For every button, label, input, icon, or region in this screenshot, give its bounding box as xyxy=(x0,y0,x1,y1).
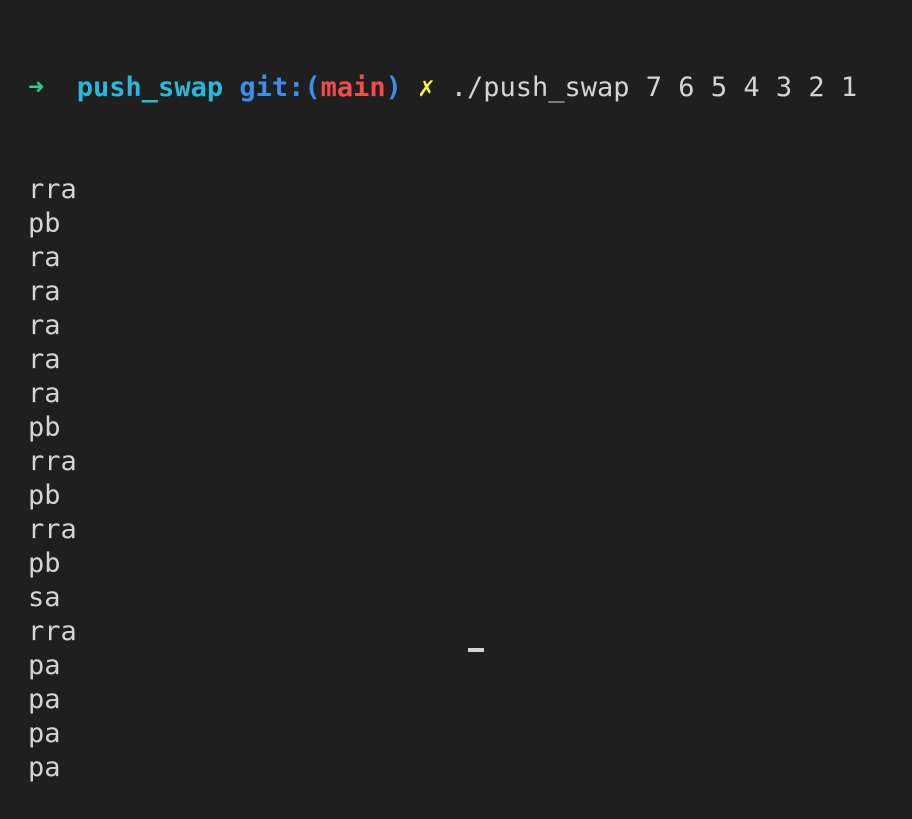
command-text: ./push_swap 7 6 5 4 3 2 1 xyxy=(450,72,858,103)
output-line: pb xyxy=(28,480,61,511)
output-lines: rra pb ra ra ra ra ra pb rra pb rra pb sa rra pa pa pa pa xyxy=(28,173,857,785)
prompt-directory: push_swap xyxy=(76,72,224,103)
git-branch: main xyxy=(320,72,386,103)
output-line: pb xyxy=(28,412,61,443)
output-line: rra xyxy=(28,446,77,477)
dirty-mark-icon: ✗ xyxy=(418,72,435,103)
output-line: pa xyxy=(28,752,61,783)
output-line: ra xyxy=(28,344,61,375)
git-suffix: ) xyxy=(385,72,402,103)
output-line: pb xyxy=(28,548,61,579)
output-line: pb xyxy=(28,208,61,239)
output-line: rra xyxy=(28,616,77,647)
prompt-line: ➜ push_swap git:(main) ✗ ./push_swap 7 6… xyxy=(28,71,857,105)
prompt-arrow-icon: ➜ xyxy=(28,72,45,103)
output-line: pa xyxy=(28,650,61,681)
output-line: ra xyxy=(28,378,61,409)
output-line: ra xyxy=(28,242,61,273)
terminal-cursor xyxy=(468,648,484,652)
output-line: pa xyxy=(28,718,61,749)
output-line: ra xyxy=(28,276,61,307)
output-line: rra xyxy=(28,174,77,205)
output-line: sa xyxy=(28,582,61,613)
terminal-output[interactable]: ➜ push_swap git:(main) ✗ ./push_swap 7 6… xyxy=(28,3,857,819)
output-line: ra xyxy=(28,310,61,341)
output-line: pa xyxy=(28,684,61,715)
output-line: rra xyxy=(28,514,77,545)
git-prefix: git:( xyxy=(239,72,321,103)
